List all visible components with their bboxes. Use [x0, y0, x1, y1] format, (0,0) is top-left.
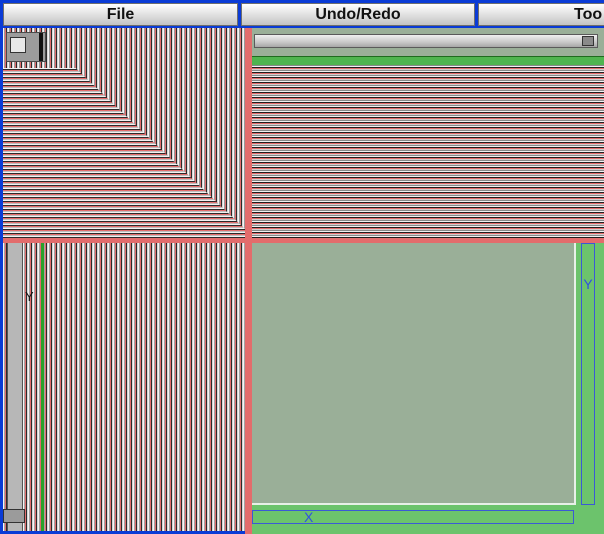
- tools-menu-button[interactable]: Too: [478, 3, 604, 26]
- vertical-scrollbar[interactable]: [7, 243, 23, 531]
- tools-menu-label: Too: [574, 5, 603, 23]
- horizontal-scrollbar[interactable]: [254, 34, 598, 48]
- green-strip: [252, 56, 604, 65]
- file-menu-label: File: [106, 5, 135, 23]
- corner-bar: [39, 33, 43, 61]
- menu-bar: File Undo/Redo Too: [0, 0, 604, 28]
- undo-redo-menu-label: Undo/Redo: [315, 5, 401, 23]
- green-line: [41, 243, 44, 531]
- y-axis-label: Y: [583, 276, 593, 292]
- horizontal-scroll-thumb[interactable]: [582, 36, 594, 46]
- vertical-splitter[interactable]: [245, 28, 252, 534]
- x-axis-label: X: [304, 509, 314, 525]
- vertical-scroll-thumb[interactable]: [3, 509, 25, 523]
- y-axis-label: Y: [25, 289, 34, 304]
- x-axis-bar[interactable]: [252, 510, 574, 524]
- corner-widget: [6, 32, 46, 62]
- bottom-left-pane: Y: [3, 243, 245, 531]
- undo-redo-menu-button[interactable]: Undo/Redo: [241, 3, 475, 26]
- striped-artifact: [3, 68, 245, 243]
- top-left-pane: [3, 28, 245, 243]
- bottom-right-pane: Y X: [252, 243, 604, 534]
- striped-artifact: [252, 56, 604, 243]
- file-menu-button[interactable]: File: [3, 3, 238, 26]
- corner-checkbox[interactable]: [10, 37, 26, 53]
- plot-area[interactable]: [252, 243, 576, 505]
- top-right-pane: [252, 28, 604, 243]
